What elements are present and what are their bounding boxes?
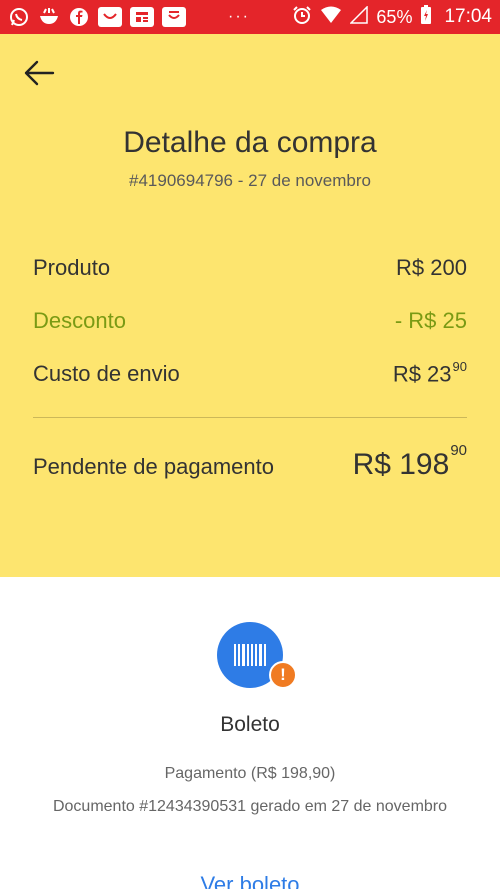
product-row: Produto R$ 200 [33,255,467,281]
total-label: Pendente de pagamento [33,454,274,479]
facebook-icon [68,6,90,28]
wifi-icon [320,6,342,29]
page-title: Detalhe da compra [123,126,377,159]
total-value: R$ 198 [352,448,450,481]
total-amount: R$ 19890 [352,442,467,482]
back-button[interactable] [22,58,56,88]
discount-label: Desconto [33,308,126,333]
shipping-amount: R$ 2390 [392,359,467,387]
payment-section: ! Boleto Pagamento (R$ 198,90) Documento… [0,577,500,889]
payment-document-text: Documento #12434390531 gerado em 27 de n… [52,798,448,815]
total-cents: 90 [450,442,467,459]
total-row: Pendente de pagamento R$ 19890 [33,442,467,482]
shipping-cents: 90 [452,359,467,374]
product-value: R$ 200 [396,255,467,280]
food-app-icon [38,6,60,28]
shipping-row: Custo de envio R$ 2390 [33,359,467,387]
battery-icon [420,4,432,30]
battery-percentage: 65% [376,6,413,27]
shipping-label: Custo de envio [33,361,180,387]
news-icon [130,7,154,27]
divider [33,417,467,418]
clock: 17:04 [444,6,492,27]
view-boleto-link[interactable]: Ver boleto [0,872,500,889]
order-subtitle: #4190694796 - 27 de novembro [129,171,371,190]
shipping-value: R$ 23 [392,361,452,387]
whatsapp-icon [8,6,30,28]
shopping-bag-icon [98,7,122,27]
warning-badge-icon: ! [269,661,297,689]
signal-icon [349,4,369,29]
more-notifications: ··· [228,8,250,25]
product-label: Produto [33,255,111,280]
payment-amount-text: Pagamento (R$ 198,90) [164,765,336,782]
arrow-left-icon [24,60,55,86]
discount-row: Desconto - R$ 25 [33,308,467,334]
alarm-icon [292,5,312,30]
shop-icon [162,7,186,27]
status-bar: ··· 65% 17:04 [0,0,500,34]
discount-value: - R$ 25 [394,308,467,333]
payment-method: Boleto [220,713,280,736]
purchase-summary-panel: Detalhe da compra #4190694796 - 27 de no… [0,34,500,577]
